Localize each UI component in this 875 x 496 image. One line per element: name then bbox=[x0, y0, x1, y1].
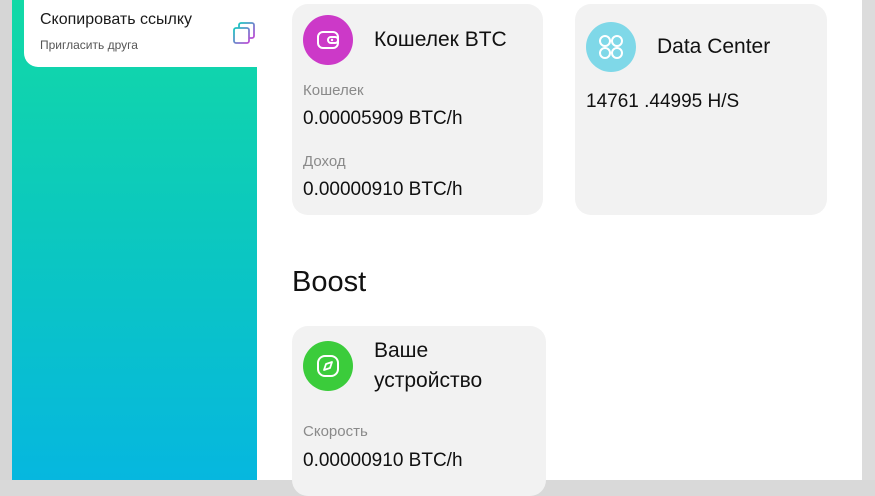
wallet-icon bbox=[303, 15, 353, 65]
wallet-label: Кошелек bbox=[303, 82, 364, 99]
grid-dots-icon bbox=[586, 22, 636, 72]
device-card[interactable]: Ваше устройство Скорость 0.00000910 BTC/… bbox=[292, 326, 546, 496]
speed-value: 0.00000910 BTC/h bbox=[303, 450, 463, 471]
speed-label: Скорость bbox=[303, 423, 368, 440]
device-title-line1: Ваше bbox=[374, 339, 429, 362]
sidebar bbox=[12, 0, 257, 480]
boost-section-title: Boost bbox=[292, 266, 367, 298]
datacenter-hashrate: 14761 .44995 H/S bbox=[586, 91, 740, 112]
invite-link-card[interactable]: Скопировать ссылку Пригласить друга bbox=[24, 0, 257, 67]
wallet-card[interactable]: Кошелек BTC Кошелек 0.00005909 BTC/h Дох… bbox=[292, 4, 543, 215]
datacenter-card[interactable]: Data Center 14761 .44995 H/S bbox=[575, 4, 827, 215]
wallet-value: 0.00005909 BTC/h bbox=[303, 108, 463, 129]
wallet-card-title: Кошелек BTC bbox=[374, 28, 507, 51]
datacenter-card-title: Data Center bbox=[657, 35, 771, 58]
invite-title: Скопировать ссылку bbox=[40, 11, 193, 28]
compass-icon bbox=[303, 341, 353, 391]
device-title-line2: устройство bbox=[374, 369, 483, 392]
income-value: 0.00000910 BTC/h bbox=[303, 179, 463, 200]
invite-subtitle: Пригласить друга bbox=[40, 38, 138, 52]
income-label: Доход bbox=[303, 153, 346, 170]
window-edge-right bbox=[862, 0, 875, 480]
window-edge-left bbox=[0, 0, 12, 480]
copy-icon[interactable] bbox=[230, 20, 258, 48]
